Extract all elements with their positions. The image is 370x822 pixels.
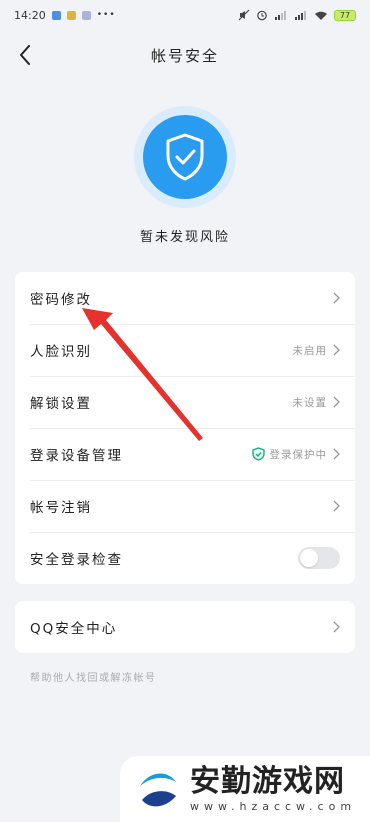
settings-card: 密码修改 人脸识别 未启用 解锁设置 未设置 登录设备管理 登录保护中 帐号注销 (15, 272, 355, 584)
app-notification-icon (81, 10, 91, 20)
row-right (332, 292, 340, 304)
row-label: 人脸识别 (30, 344, 92, 360)
login-device-management-row[interactable]: 登录设备管理 登录保护中 (15, 428, 355, 480)
wifi-icon (315, 11, 327, 20)
risk-status-text: 暂未发现风险 (139, 230, 230, 245)
mute-icon (238, 9, 250, 21)
row-right: 未设置 (293, 395, 341, 410)
more-notifications-icon: ••• (96, 10, 116, 20)
status-bar-right: 77 (238, 9, 356, 21)
row-label: 安全登录检查 (30, 552, 123, 568)
battery-icon: 77 (334, 9, 356, 21)
app-notification-icon (66, 10, 76, 20)
row-right (332, 500, 340, 512)
row-label: QQ安全中心 (30, 621, 118, 637)
qq-security-card: QQ安全中心 (15, 601, 355, 653)
secure-login-check-toggle[interactable] (298, 547, 340, 569)
chevron-left-icon (20, 45, 30, 65)
page-title: 帐号安全 (150, 46, 219, 65)
shield-halo (134, 106, 236, 208)
chevron-right-icon (333, 621, 340, 633)
signal-icon (275, 10, 286, 20)
row-label: 密码修改 (30, 292, 92, 308)
security-status: 暂未发现风险 (0, 106, 370, 245)
face-recognition-row[interactable]: 人脸识别 未启用 (15, 324, 355, 376)
row-right: 未启用 (293, 343, 341, 358)
row-label: 帐号注销 (30, 500, 92, 516)
signal-icon (295, 10, 306, 20)
row-value: 未设置 (292, 396, 327, 409)
qq-security-center-row[interactable]: QQ安全中心 (15, 601, 355, 653)
watermark: 安勤游戏网 www.hzaccw.com (120, 756, 370, 822)
shield-circle (143, 115, 227, 199)
back-button[interactable] (10, 40, 40, 70)
toggle-knob (300, 549, 318, 567)
password-change-row[interactable]: 密码修改 (15, 272, 355, 324)
alarm-icon (257, 10, 267, 21)
chevron-right-icon (333, 500, 340, 512)
status-bar: 14:20 ••• 77 (0, 0, 370, 30)
row-label: 解锁设置 (30, 396, 92, 412)
watermark-text: 安勤游戏网 www.hzaccw.com (190, 764, 357, 814)
status-time: 14:20 (14, 8, 46, 22)
app-notification-icon (51, 10, 61, 20)
watermark-title: 安勤游戏网 (190, 764, 345, 799)
row-right: 登录保护中 (251, 447, 341, 462)
account-cancellation-row[interactable]: 帐号注销 (15, 480, 355, 532)
chevron-right-icon (333, 448, 340, 460)
chevron-right-icon (333, 396, 340, 408)
watermark-logo-icon (135, 767, 179, 811)
row-value: 登录保护中 (269, 448, 327, 461)
row-value: 未启用 (292, 344, 327, 357)
unlock-settings-row[interactable]: 解锁设置 未设置 (15, 376, 355, 428)
watermark-url: www.hzaccw.com (190, 800, 357, 813)
secure-login-check-row: 安全登录检查 (15, 532, 355, 584)
row-label: 登录设备管理 (30, 448, 123, 464)
help-hint-text: 帮助他人找回或解冻帐号 (30, 673, 157, 684)
chevron-right-icon (333, 344, 340, 356)
status-bar-left: 14:20 ••• (14, 9, 116, 22)
shield-check-icon (251, 447, 265, 461)
shield-check-icon (166, 133, 204, 181)
row-right (332, 621, 340, 633)
chevron-right-icon (333, 292, 340, 304)
nav-bar: 帐号安全 (0, 30, 370, 80)
